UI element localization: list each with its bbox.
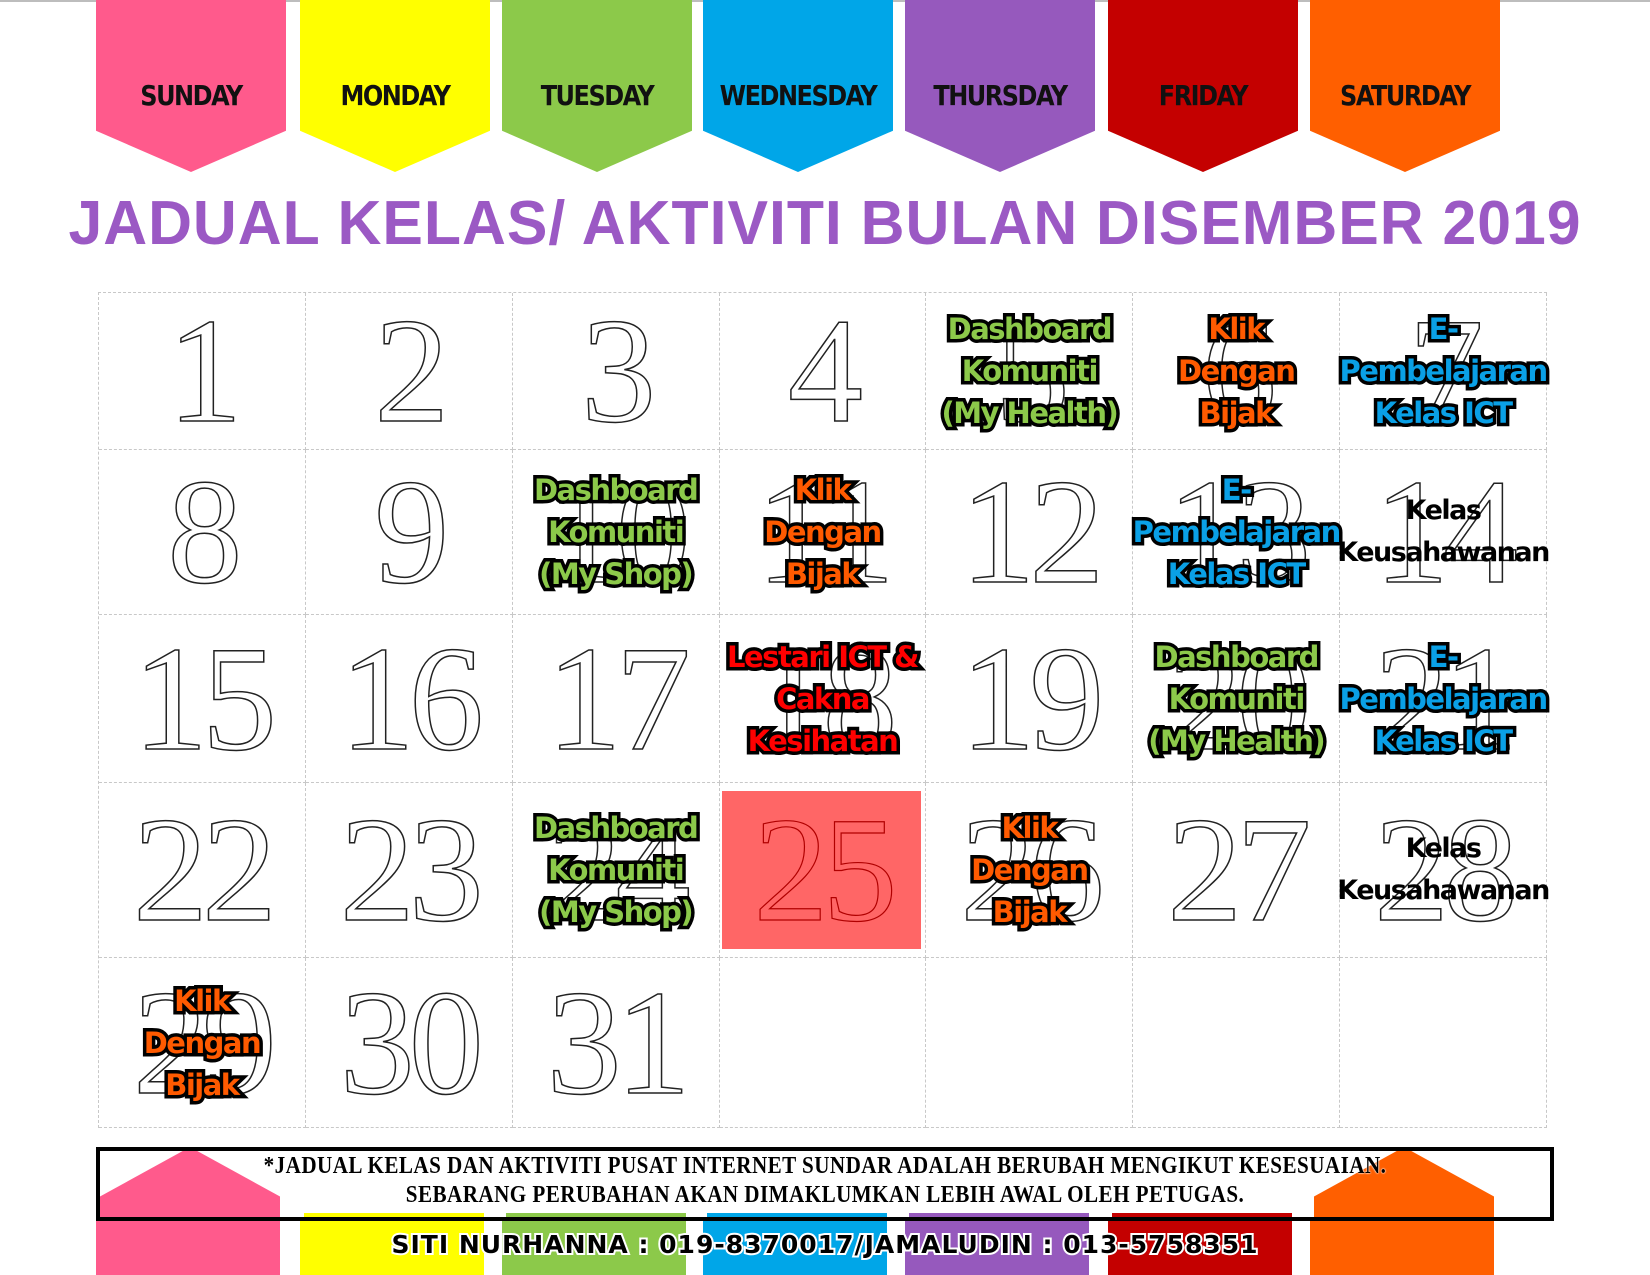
day-number: 9 [374, 449, 450, 615]
day-number: 22 [132, 787, 277, 953]
day-banner-wednesday: WEDNESDAY [703, 0, 893, 172]
calendar-day-1: 1 [99, 293, 306, 450]
calendar-grid: 1 2 3 4 5 Dashboard Komuniti (My Health) 6 Klik… [98, 288, 1552, 1128]
event-klik: Klik Dengan Bijak [761, 469, 886, 594]
calendar-day-24: 24 Dashboard Komuniti (My Shop) [512, 783, 720, 958]
calendar-day-29: 29 Klik Dengan Bijak [99, 958, 306, 1128]
event-dashboard: Dashboard Komuniti (My Shop) [530, 807, 702, 932]
day-number: 30 [339, 959, 484, 1126]
calendar-day-14: 14 Kelas Keusahawanan [1337, 450, 1550, 615]
day-label: THURSDAY [933, 79, 1068, 113]
notice-line-2: SEBARANG PERUBAHAN AKAN DIMAKLUMKAN LEBI… [405, 1182, 1245, 1208]
day-number: 31 [546, 959, 691, 1126]
calendar-day-3: 3 [512, 288, 720, 454]
calendar-day-8: 8 [99, 450, 306, 615]
day-banner-monday: MONDAY [300, 0, 490, 172]
day-number: 12 [960, 449, 1105, 615]
calendar-day-21: 21 E-Pembelajaran Kelas ICT [1336, 615, 1552, 783]
calendar-day-13: 13 E-Pembelajaran Kelas ICT [1129, 450, 1345, 615]
calendar-day-11: 11 Klik Dengan Bijak [719, 450, 927, 615]
day-number: 23 [339, 787, 484, 953]
calendar-day-25: 25 [719, 783, 927, 958]
day-label: FRIDAY [1158, 79, 1249, 113]
notice-line-1: *JADUAL KELAS DAN AKTIVITI PUSAT INTERNE… [263, 1153, 1387, 1179]
day-number: 1 [167, 288, 243, 454]
day-label: SATURDAY [1340, 79, 1471, 113]
day-number: 2 [374, 288, 450, 454]
calendar-day-18: 18 Lestari ICT & Cakna Kesihatan [719, 615, 927, 783]
day-number: 27 [1166, 787, 1311, 953]
calendar-day-22: 22 [99, 783, 306, 958]
event-klik: Klik Dengan Bijak [968, 807, 1093, 932]
calendar-empty-cell [1133, 958, 1341, 1128]
calendar-day-6: 6 Klik Dengan Bijak [1133, 293, 1341, 450]
day-banner-sunday: SUNDAY [96, 0, 286, 172]
day-banner-thursday: THURSDAY [905, 0, 1095, 172]
event-kelas: Kelas Keusahawanan [1337, 495, 1550, 568]
calendar-empty-cell [1340, 958, 1547, 1128]
calendar-day-31: 31 [512, 958, 720, 1128]
page-title: JADUAL KELAS/ AKTIVITI BULAN DISEMBER 20… [68, 189, 1582, 258]
day-number: 17 [546, 615, 691, 782]
event-epembelajaran: E-Pembelajaran Kelas ICT [1336, 308, 1552, 433]
contact-info: SITI NURHANNA : 019-8370017/JAMALUDIN : … [389, 1228, 1259, 1261]
calendar-day-15: 15 [99, 615, 306, 783]
calendar-day-12: 12 [926, 449, 1134, 615]
event-dashboard: Dashboard Komuniti (My Health) [1145, 636, 1329, 761]
day-label: WEDNESDAY [719, 79, 878, 113]
calendar-day-5: 5 Dashboard Komuniti (My Health) [926, 293, 1134, 450]
event-dashboard: Dashboard Komuniti (My Health) [938, 308, 1122, 433]
day-banner-saturday: SATURDAY [1310, 0, 1500, 172]
calendar-day-9: 9 [305, 449, 513, 615]
event-klik: Klik Dengan Bijak [1175, 308, 1300, 433]
event-dashboard: Dashboard Komuniti (My Shop) [530, 469, 702, 594]
event-kelas: Kelas Keusahawanan [1337, 833, 1550, 906]
calendar-day-28: 28 Kelas Keusahawanan [1337, 783, 1550, 958]
day-number: 15 [132, 615, 277, 782]
day-number: 4 [787, 288, 863, 454]
event-epembelajaran: E-Pembelajaran Kelas ICT [1129, 469, 1345, 594]
calendar-day-26: 26 Klik Dengan Bijak [926, 783, 1134, 958]
event-lestari: Lestari ICT & Cakna Kesihatan [724, 636, 923, 761]
day-number: 3 [580, 288, 656, 454]
calendar-day-7: 7 E-Pembelajaran Kelas ICT [1336, 293, 1552, 450]
calendar-day-2: 2 [305, 288, 513, 454]
calendar-day-16: 16 [305, 615, 513, 783]
day-number: 19 [960, 615, 1105, 782]
calendar-day-27: 27 [1133, 783, 1341, 958]
calendar-day-17: 17 [512, 615, 720, 783]
day-label: SUNDAY [140, 79, 243, 113]
day-label: TUESDAY [540, 79, 655, 113]
calendar-empty-cell [719, 958, 927, 1128]
notice-box: *JADUAL KELAS DAN AKTIVITI PUSAT INTERNE… [96, 1147, 1554, 1221]
day-label: MONDAY [340, 79, 451, 113]
day-banner-friday: FRIDAY [1108, 0, 1298, 172]
calendar-day-30: 30 [305, 958, 513, 1128]
calendar-day-10: 10 Dashboard Komuniti (My Shop) [512, 450, 720, 615]
calendar-day-4: 4 [719, 288, 927, 454]
event-epembelajaran: E-Pembelajaran Kelas ICT [1336, 636, 1552, 761]
day-number: 8 [167, 449, 243, 615]
calendar-day-23: 23 [305, 783, 513, 958]
event-klik: Klik Dengan Bijak [140, 980, 265, 1105]
calendar-day-20: 20 Dashboard Komuniti (My Health) [1133, 615, 1341, 783]
day-number: 16 [339, 615, 484, 782]
day-banner-tuesday: TUESDAY [502, 0, 692, 172]
day-number: 25 [753, 787, 898, 953]
calendar-empty-cell [926, 958, 1134, 1128]
calendar-day-19: 19 [926, 615, 1134, 783]
